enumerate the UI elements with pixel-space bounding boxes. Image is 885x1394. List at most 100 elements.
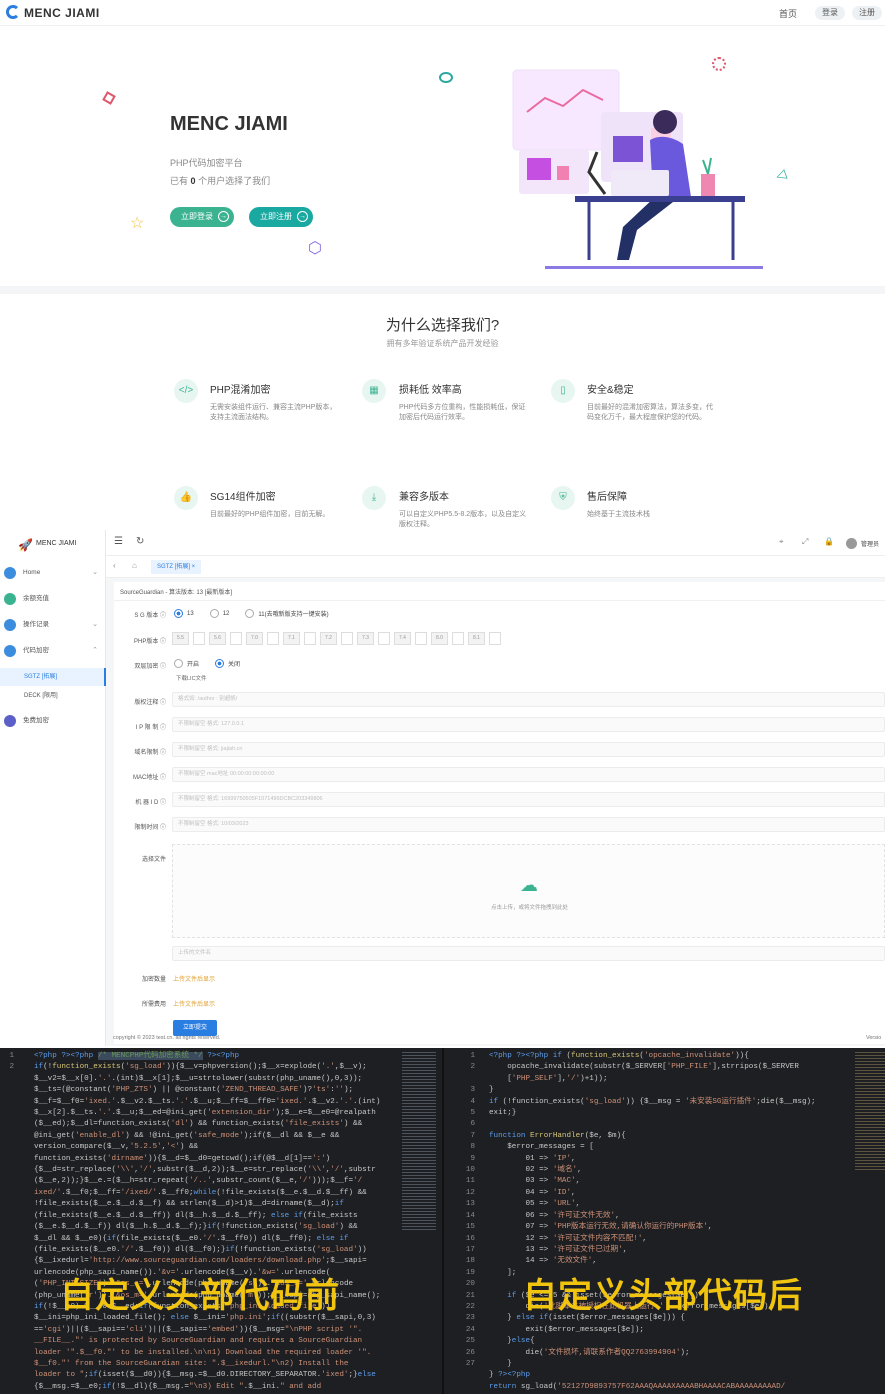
avatar[interactable] [846,538,857,549]
phone-icon: ▯ [551,379,575,403]
admin-header: ☰ ↻ ⌖ ⤢ 🔒 管理员 [106,530,885,556]
dual-encrypt-radios: 开启 关闭 [174,659,240,668]
section-divider [0,286,885,294]
ip-label: I P 限 制 ⓘ [135,725,166,731]
list-icon [4,619,16,631]
sidebar-item-deck[interactable]: DECK [限用] [0,687,106,705]
sg-version-label: S G 版本 ⓘ [134,613,166,619]
php-version-check[interactable] [267,632,279,645]
sidebar-item-encrypt[interactable]: 代码加密 ⌃ [0,641,106,661]
php-version-option[interactable]: 8.0 [431,632,448,645]
top-navbar: MENC JIAMI 首页 登录 注册 [0,0,885,26]
php-version-check[interactable] [230,632,242,645]
feature-desc: 目前最好的PHP组件加密，目前无解。 [210,511,330,518]
chevron-up-icon: ⌃ [92,647,98,654]
why-us-subtitle: 拥有多年验证系统产品开发经验 [386,339,499,348]
php-version-option[interactable]: 7.1 [283,632,300,645]
php-version-check[interactable] [378,632,390,645]
sidebar-item-recharge[interactable]: 余额充值 [0,589,106,609]
menu-toggle-icon[interactable]: ☰ [114,536,123,547]
login-button[interactable]: 登录 [815,6,845,20]
hero-title: MENC JIAMI [170,113,288,135]
feature-title: 售后保障 [587,492,627,503]
sidebar-item-home[interactable]: Home ⌄ [0,563,106,583]
chevron-down-icon: ⌄ [92,621,98,628]
hexagon-decoration-icon: ⬡ [308,240,322,257]
register-button[interactable]: 注册 [852,6,882,20]
domain-label: 域名限制 ⓘ [134,750,166,756]
nav-home-link[interactable]: 首页 [779,7,797,20]
refresh-icon[interactable]: ↻ [136,536,144,547]
uploaded-file-input[interactable]: 上传的文件名 [172,946,885,961]
domain-input[interactable]: 不限制留空 格式: jiajiah.cn [172,742,885,757]
dual-encrypt-label: 双层加密 ⓘ [134,664,166,670]
sidebar-item-sgtz[interactable]: SGTZ [拓展] [0,668,106,686]
copyright-input[interactable]: 格式如: /author : 别超帆/ [172,692,885,707]
admin-panel-screenshot: 🚀 MENC JIAMI Home ⌄ 余额充值 操作记录 ⌄ 代码加密 ⌃ SGTZ… [0,530,885,1046]
user-name[interactable]: 管理员 [861,539,879,548]
encrypt-form: SourceGuardian - 算法版本: 13 [最新版本] S G 版本 … [114,582,885,1044]
radio-sg13[interactable] [174,609,183,618]
lock-icon[interactable]: 🔒 [824,537,834,546]
user-count-text: 已有 0 个用户选择了我们 [170,176,271,186]
count-label: 加密数量 [141,977,166,983]
cost-label: 所需费用 [141,1002,166,1008]
gift-icon [4,715,16,727]
tab-sgtz[interactable]: SGTZ [拓展] × [151,560,202,574]
download-icon: ⤓ [362,486,386,510]
radio-dual-off[interactable] [215,659,225,668]
php-version-check[interactable] [415,632,427,645]
sidebar-item-free[interactable]: 免费加密 [0,711,106,731]
php-version-option[interactable]: 7.3 [357,632,374,645]
hero-register-button[interactable]: 立即注册 → [249,207,313,227]
sidebar-item-logs[interactable]: 操作记录 ⌄ [0,615,106,635]
chevron-left-icon[interactable]: ‹ [113,561,116,570]
feature-title: 安全&稳定 [587,385,634,396]
file-label: 选择文件 [141,857,166,863]
php-version-check[interactable] [489,632,501,645]
home-icon [4,567,16,579]
feature-desc: 无需安装组件运行、兼容主流PHP版本，支持主流面法结构。 [210,404,337,421]
radio-sg11[interactable] [245,609,255,618]
feature-title: 兼容多版本 [399,492,449,503]
sg-version-radios: 13 12 11(去哦新版支持一键安装) [174,609,329,618]
code-after: <?php ?><?php if (function_exists('opcac… [489,1052,816,1391]
upload-dropzone[interactable]: ☁ 点击上传，或将文件拖拽到此处 [172,844,885,938]
hero-login-button[interactable]: 立即登录 → [170,207,234,227]
caption-after: 自定义头部代码后 [523,1276,803,1316]
fullscreen-icon[interactable]: ⤢ [802,537,808,547]
php-version-check[interactable] [341,632,353,645]
download-lic-link[interactable]: 下载LIC文件 [176,674,207,682]
mac-input[interactable]: 不限制留空 mac地址 00:00:00:00:00:00 [172,767,885,782]
machine-id-input[interactable]: 不限制留空 格式: 16999750505F1071496DCBC2033498… [172,792,885,807]
panel-title: SourceGuardian - 算法版本: 13 [最新版本] [120,590,233,596]
php-version-option[interactable]: 7.4 [394,632,411,645]
php-version-option[interactable]: 7.2 [320,632,337,645]
count-value: 上传文件后显示 [173,977,216,983]
time-limit-input[interactable]: 不限制留空 格式: 10/03/2023 [172,817,885,832]
logo-icon [6,5,20,19]
php-version-option[interactable]: 5.6 [209,632,226,645]
php-version-check[interactable] [304,632,316,645]
tab-bar: ‹ ⌂ SGTZ [拓展] × [106,556,885,578]
ip-input[interactable]: 不限制留空 格式: 127.0.0.1 [172,717,885,732]
machine-id-label: 机 器 I D ⓘ [135,800,166,806]
split-divider [442,1048,444,1394]
footer-copyright: copyright © 2023 test.cn. all rights res… [113,1035,221,1041]
rocket-icon: 🚀 [18,538,33,552]
circle-decoration-icon [439,72,453,83]
thumbs-up-icon: 👍 [174,486,198,510]
brand-name[interactable]: MENC JIAMI [24,6,100,20]
php-version-check[interactable] [452,632,464,645]
radio-dual-on[interactable] [174,659,183,668]
arrow-right-icon: → [297,211,308,222]
php-version-option[interactable]: 8.1 [468,632,485,645]
radio-sg12[interactable] [209,609,219,618]
php-version-option[interactable]: 7.0 [246,632,263,645]
submit-button[interactable]: 立即提交 [173,1020,217,1036]
php-version-option[interactable]: 5.5 [172,632,189,645]
shield-icon: ⛨ [551,486,575,510]
php-version-check[interactable] [193,632,205,645]
home-tab-icon[interactable]: ⌂ [132,561,137,570]
tag-icon[interactable]: ⌖ [779,537,784,547]
